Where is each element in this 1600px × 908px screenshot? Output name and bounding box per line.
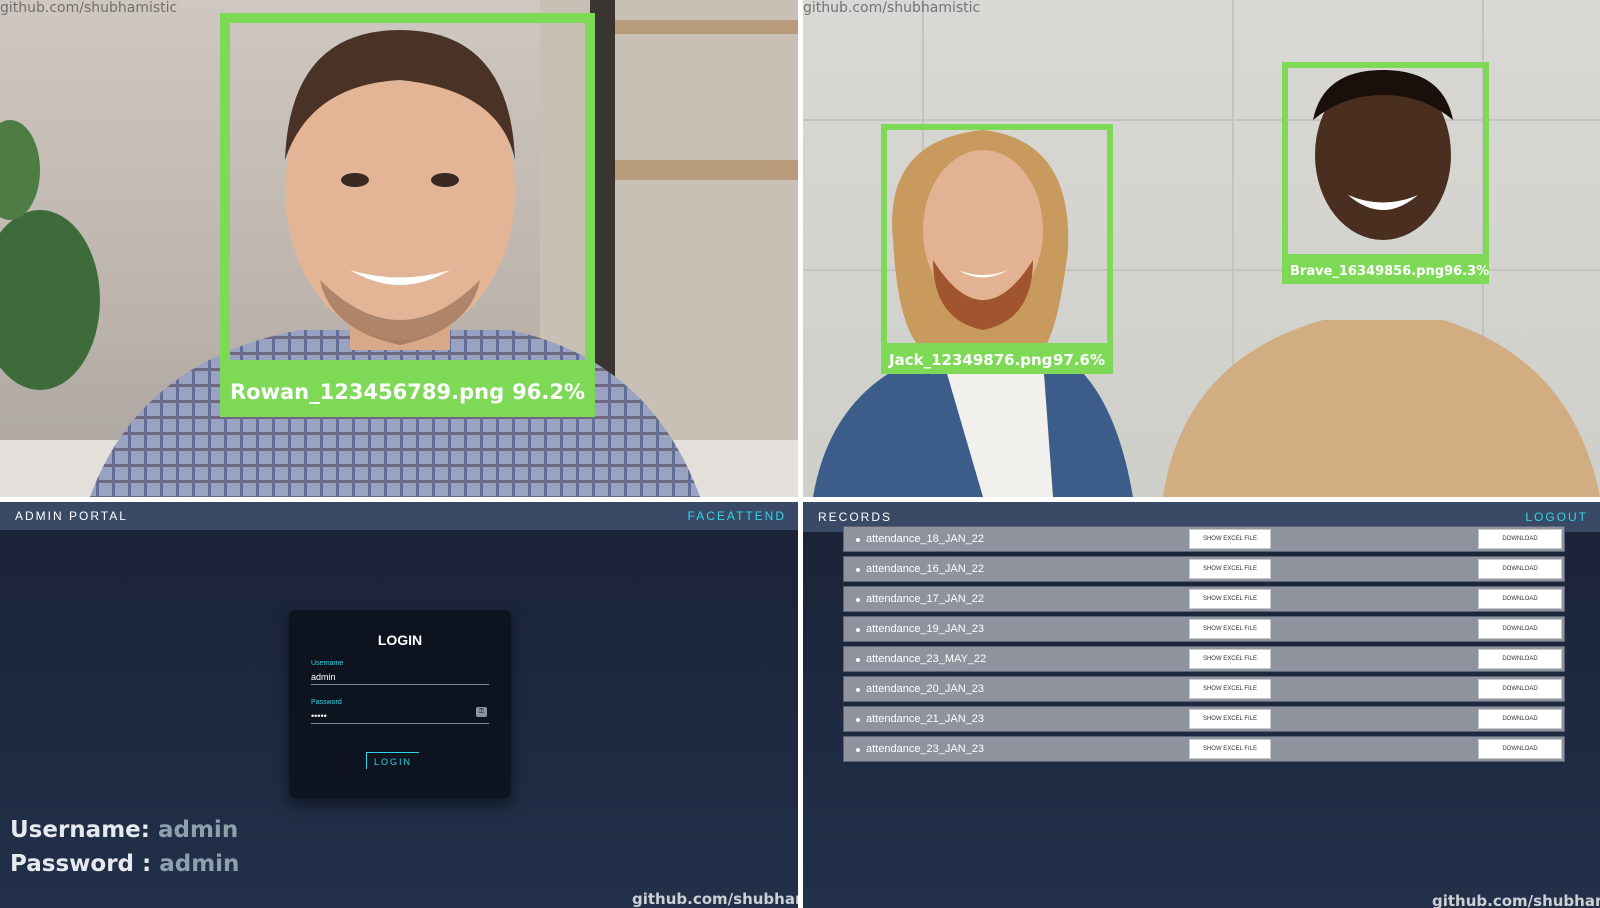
bullet-icon xyxy=(856,748,860,752)
record-row: attendance_16_JAN_22 SHOW EXCEL FILE DOWNL… xyxy=(843,556,1565,582)
face-label-brave: Brave_16349856.png 96.3% xyxy=(1282,258,1489,284)
download-button[interactable]: DOWNLOAD xyxy=(1478,679,1562,699)
record-row: attendance_23_JAN_23 SHOW EXCEL FILE DOWNL… xyxy=(843,736,1565,762)
username-label: Username xyxy=(311,660,344,667)
download-button[interactable]: DOWNLOAD xyxy=(1478,559,1562,579)
download-button[interactable]: DOWNLOAD xyxy=(1478,709,1562,729)
face-label-rowan: Rowan_123456789.png 96.2% xyxy=(220,367,595,417)
bullet-icon xyxy=(856,688,860,692)
download-button[interactable]: DOWNLOAD xyxy=(1478,619,1562,639)
admin-title: ADMIN PORTAL xyxy=(15,509,128,523)
bullet-icon xyxy=(856,658,860,662)
watermark: github.com/shubhamistic xyxy=(1432,892,1600,908)
download-button[interactable]: DOWNLOAD xyxy=(1478,739,1562,759)
brand-link[interactable]: FACEATTEND xyxy=(688,509,786,523)
creds-password-value: admin xyxy=(159,851,240,877)
creds-username-label: Username: xyxy=(10,817,150,843)
show-excel-button[interactable]: SHOW EXCEL FILE xyxy=(1189,619,1271,639)
username-input[interactable] xyxy=(311,670,489,685)
records-list: attendance_18_JAN_22 SHOW EXCEL FILE DOWNL… xyxy=(843,526,1565,766)
record-row: attendance_23_MAY_22 SHOW EXCEL FILE DOWNL… xyxy=(843,646,1565,672)
record-row: attendance_18_JAN_22 SHOW EXCEL FILE DOWNL… xyxy=(843,526,1565,552)
record-name: attendance_23_JAN_23 xyxy=(866,743,985,755)
face-name: Rowan_123456789.png xyxy=(230,380,505,404)
creds-password-label: Password : xyxy=(10,851,152,877)
record-name: attendance_20_JAN_23 xyxy=(866,683,985,695)
login-button[interactable]: LOGIN xyxy=(366,752,419,769)
bullet-icon xyxy=(856,538,860,542)
watermark: github.com/shubhamistic xyxy=(803,0,981,16)
credentials-password: Password : admin xyxy=(10,851,239,877)
show-excel-button[interactable]: SHOW EXCEL FILE xyxy=(1189,559,1271,579)
bullet-icon xyxy=(856,568,860,572)
watermark: github.com/shubhamistic xyxy=(632,890,798,908)
logout-link[interactable]: LOGOUT xyxy=(1525,510,1588,524)
face-confidence: 97.6% xyxy=(1052,351,1105,369)
record-name: attendance_21_JAN_23 xyxy=(866,713,985,725)
face-name: Jack_12349876.png xyxy=(889,351,1053,369)
password-input[interactable] xyxy=(311,709,489,724)
record-name: attendance_17_JAN_22 xyxy=(866,593,985,605)
record-name: attendance_18_JAN_22 xyxy=(866,533,985,545)
face-confidence: 96.2% xyxy=(512,380,585,404)
records-title: RECORDS xyxy=(818,510,893,524)
record-row: attendance_17_JAN_22 SHOW EXCEL FILE DOWNL… xyxy=(843,586,1565,612)
bullet-icon xyxy=(856,718,860,722)
show-excel-button[interactable]: SHOW EXCEL FILE xyxy=(1189,589,1271,609)
login-title: LOGIN xyxy=(377,632,423,648)
record-row: attendance_21_JAN_23 SHOW EXCEL FILE DOWNL… xyxy=(843,706,1565,732)
record-row: attendance_19_JAN_23 SHOW EXCEL FILE DOWNL… xyxy=(843,616,1565,642)
record-name: attendance_19_JAN_23 xyxy=(866,623,985,635)
record-row: attendance_20_JAN_23 SHOW EXCEL FILE DOWNL… xyxy=(843,676,1565,702)
show-excel-button[interactable]: SHOW EXCEL FILE xyxy=(1189,529,1271,549)
face-name: Brave_16349856.png xyxy=(1290,263,1445,279)
photo-panel-1: Rowan_123456789.png 96.2% github.com/shu… xyxy=(0,0,798,497)
show-excel-button[interactable]: SHOW EXCEL FILE xyxy=(1189,679,1271,699)
face-box-rowan xyxy=(220,13,595,370)
face-confidence: 96.3% xyxy=(1444,263,1490,279)
key-icon[interactable]: ⚿ xyxy=(476,707,487,717)
download-button[interactable]: DOWNLOAD xyxy=(1478,529,1562,549)
admin-portal-panel: ADMIN PORTAL FACEATTEND LOGIN Username P… xyxy=(0,502,798,908)
face-box-jack xyxy=(881,124,1113,349)
show-excel-button[interactable]: SHOW EXCEL FILE xyxy=(1189,739,1271,759)
show-excel-button[interactable]: SHOW EXCEL FILE xyxy=(1189,649,1271,669)
download-button[interactable]: DOWNLOAD xyxy=(1478,589,1562,609)
admin-header: ADMIN PORTAL FACEATTEND xyxy=(0,502,798,530)
watermark: github.com/shubhamistic xyxy=(0,0,178,16)
bullet-icon xyxy=(856,628,860,632)
face-label-jack: Jack_12349876.png 97.6% xyxy=(881,346,1113,374)
photo-panel-2: Jack_12349876.png 97.6% Brave_16349856.p… xyxy=(803,0,1600,497)
bullet-icon xyxy=(856,598,860,602)
record-name: attendance_16_JAN_22 xyxy=(866,563,985,575)
login-card: LOGIN Username Password ⚿ LOGIN xyxy=(289,610,511,798)
face-box-brave xyxy=(1282,62,1489,260)
password-label: Password xyxy=(311,699,342,706)
record-name: attendance_23_MAY_22 xyxy=(866,653,987,665)
show-excel-button[interactable]: SHOW EXCEL FILE xyxy=(1189,709,1271,729)
download-button[interactable]: DOWNLOAD xyxy=(1478,649,1562,669)
records-panel: RECORDS LOGOUT attendance_18_JAN_22 SHOW … xyxy=(803,502,1600,908)
creds-username-value: admin xyxy=(157,817,239,843)
credentials-username: Username: admin xyxy=(10,817,238,843)
